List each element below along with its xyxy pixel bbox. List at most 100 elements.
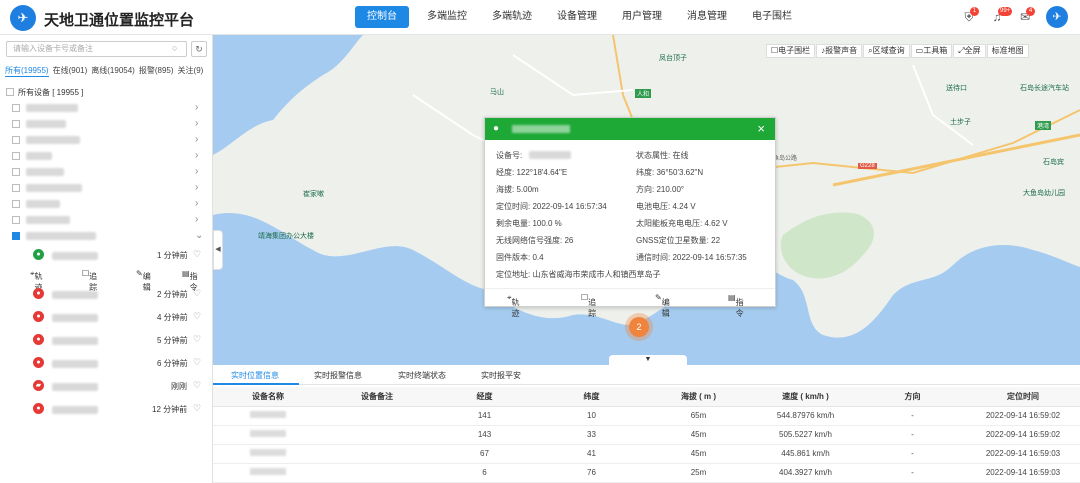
follow-heart-icon[interactable]: ♡ <box>193 288 201 299</box>
nav-multi-track[interactable]: 多端轨迹 <box>482 6 542 28</box>
edit-op[interactable]: ✎ 编辑 <box>136 269 151 292</box>
col-direction[interactable]: 方向 <box>859 387 966 407</box>
group-row[interactable]: › <box>0 212 213 228</box>
close-icon[interactable]: × <box>757 121 765 136</box>
area-query-button[interactable]: ⌕区域查询 <box>863 44 910 58</box>
group-checkbox-checked[interactable] <box>12 232 20 240</box>
group-checkbox[interactable] <box>12 120 20 128</box>
col-lat[interactable]: 纬度 <box>538 387 645 407</box>
col-alt[interactable]: 海拔 ( m ) <box>645 387 752 407</box>
group-checkbox[interactable] <box>12 216 20 224</box>
group-checkbox[interactable] <box>12 200 20 208</box>
toolbox-button[interactable]: ▭工具箱 <box>910 44 953 58</box>
user-avatar[interactable]: ✈ <box>1046 6 1068 28</box>
device-alarm-icon: ● <box>33 403 44 414</box>
map-label: 崔家嗽 <box>303 191 324 198</box>
device-row[interactable]: ▰ 刚刚 ♡ <box>0 375 213 398</box>
realtime-tabs: 实时位置信息 实时报警信息 实时终端状态 实时报平安 <box>213 365 1080 385</box>
search-icon[interactable]: ○ <box>172 43 177 53</box>
root-checkbox[interactable] <box>6 88 14 96</box>
popup-trace-button[interactable]: ☐ 追踪 <box>581 293 596 318</box>
device-row[interactable]: ● 6 分钟前 ♡ <box>0 352 213 375</box>
refresh-button[interactable]: ↻ <box>191 41 207 57</box>
person-icon: ● <box>493 123 500 134</box>
nav-multi-monitor[interactable]: 多端监控 <box>417 6 477 28</box>
tab-offline[interactable]: 离线(19054) <box>91 65 135 77</box>
device-row[interactable]: ● 12 分钟前 ♡ <box>0 398 213 421</box>
trace-op[interactable]: ☐ 追踪 <box>82 269 97 292</box>
group-checkbox[interactable] <box>12 104 20 112</box>
follow-heart-icon[interactable]: ♡ <box>193 311 201 322</box>
group-row-expanded[interactable]: ⌄ <box>0 228 213 244</box>
chevron-right-icon[interactable]: › <box>195 134 198 145</box>
follow-heart-icon[interactable]: ♡ <box>193 249 201 260</box>
group-row[interactable]: › <box>0 180 213 196</box>
tab-alarm[interactable]: 报警(895) <box>139 65 174 77</box>
popup-edit-button[interactable]: ✎ 编辑 <box>655 293 670 318</box>
group-row[interactable]: › <box>0 132 213 148</box>
group-checkbox[interactable] <box>12 168 20 176</box>
chevron-right-icon[interactable]: › <box>195 166 198 177</box>
tab-online[interactable]: 在线(901) <box>53 65 88 77</box>
alarm-sound-toggle[interactable]: ♪报警声音 <box>816 44 863 58</box>
col-speed[interactable]: 速度 ( km/h ) <box>752 387 859 407</box>
tree-root[interactable]: 所有设备 [ 19955 ] <box>0 84 213 100</box>
group-row[interactable]: › <box>0 148 213 164</box>
root-label: 所有设备 [ 19955 ] <box>18 88 84 97</box>
nav-dashboard[interactable]: 控制台 <box>355 6 409 28</box>
device-last-seen: 1 分钟前 <box>157 251 188 260</box>
chevron-right-icon[interactable]: › <box>195 150 198 161</box>
follow-heart-icon[interactable]: ♡ <box>193 334 201 345</box>
col-device-name[interactable]: 设备名称 <box>213 387 323 407</box>
group-row[interactable]: › <box>0 116 213 132</box>
col-fix-time[interactable]: 定位时间 <box>966 387 1080 407</box>
col-device-remark[interactable]: 设备备注 <box>323 387 431 407</box>
device-row[interactable]: ● 5 分钟前 ♡ <box>0 329 213 352</box>
device-row[interactable]: ● 2 分钟前 ♡ <box>0 283 213 306</box>
group-row[interactable]: › <box>0 100 213 116</box>
chevron-down-icon[interactable]: ⌄ <box>195 230 203 241</box>
geofence-toggle[interactable]: ☐电子围栏 <box>766 44 816 58</box>
device-search-input[interactable]: 请输入设备卡号或备注 <box>6 41 187 57</box>
group-checkbox[interactable] <box>12 136 20 144</box>
map-type-select[interactable]: 标准地图 <box>986 44 1029 58</box>
table-row[interactable]: 6 76 25m 404.3927 km/h - 2022-09-14 16:5… <box>213 463 1080 483</box>
col-lng[interactable]: 经度 <box>431 387 538 407</box>
tab-realtime-status[interactable]: 实时终端状态 <box>398 370 446 381</box>
popup-command-button[interactable]: ▤ 指令 <box>728 293 744 318</box>
alt-field: 海拔: 5.00m <box>496 185 539 194</box>
table-row[interactable]: 143 33 45m 505.5227 km/h - 2022-09-14 16… <box>213 425 1080 445</box>
chevron-right-icon[interactable]: › <box>195 214 198 225</box>
table-row[interactable]: 67 41 45m 445.861 km/h - 2022-09-14 16:5… <box>213 444 1080 464</box>
group-row[interactable]: › <box>0 196 213 212</box>
group-row[interactable]: › <box>0 164 213 180</box>
chevron-right-icon[interactable]: › <box>195 118 198 129</box>
follow-heart-icon[interactable]: ♡ <box>193 357 201 368</box>
command-op[interactable]: ▤ 指令 <box>182 269 198 292</box>
chevron-right-icon[interactable]: › <box>195 198 198 209</box>
table-row[interactable]: 141 10 65m 544.87976 km/h - 2022-09-14 1… <box>213 406 1080 426</box>
track-op[interactable]: ⌖ 轨迹 <box>30 269 43 292</box>
follow-heart-icon[interactable]: ♡ <box>193 403 201 414</box>
device-row[interactable]: ● 4 分钟前 ♡ <box>0 306 213 329</box>
sidebar-collapse-icon[interactable]: ◀ <box>213 230 223 270</box>
tab-followed[interactable]: 关注(9) <box>178 65 204 77</box>
tab-all[interactable]: 所有(19955) <box>5 65 49 77</box>
chevron-right-icon[interactable]: › <box>195 182 198 193</box>
nav-device-management[interactable]: 设备管理 <box>547 6 607 28</box>
chevron-right-icon[interactable]: › <box>195 102 198 113</box>
group-checkbox[interactable] <box>12 184 20 192</box>
nav-message-management[interactable]: 消息管理 <box>677 6 737 28</box>
device-row[interactable]: ● 1 分钟前 ♡ <box>0 244 213 267</box>
nav-user-management[interactable]: 用户管理 <box>612 6 672 28</box>
group-checkbox[interactable] <box>12 152 20 160</box>
tab-realtime-location[interactable]: 实时位置信息 <box>231 370 279 381</box>
fullscreen-button[interactable]: ⤢全屏 <box>953 44 986 58</box>
tab-realtime-safe[interactable]: 实时报平安 <box>481 370 521 381</box>
tab-realtime-alarm[interactable]: 实时报警信息 <box>314 370 362 381</box>
nav-geofence[interactable]: 电子围栏 <box>742 6 802 28</box>
panel-toggle-down-icon[interactable]: ▼ <box>609 355 687 365</box>
device-cluster-marker[interactable]: 2 <box>629 317 649 337</box>
follow-heart-icon[interactable]: ♡ <box>193 380 201 391</box>
popup-track-button[interactable]: ⌖ 轨迹 <box>507 293 520 318</box>
